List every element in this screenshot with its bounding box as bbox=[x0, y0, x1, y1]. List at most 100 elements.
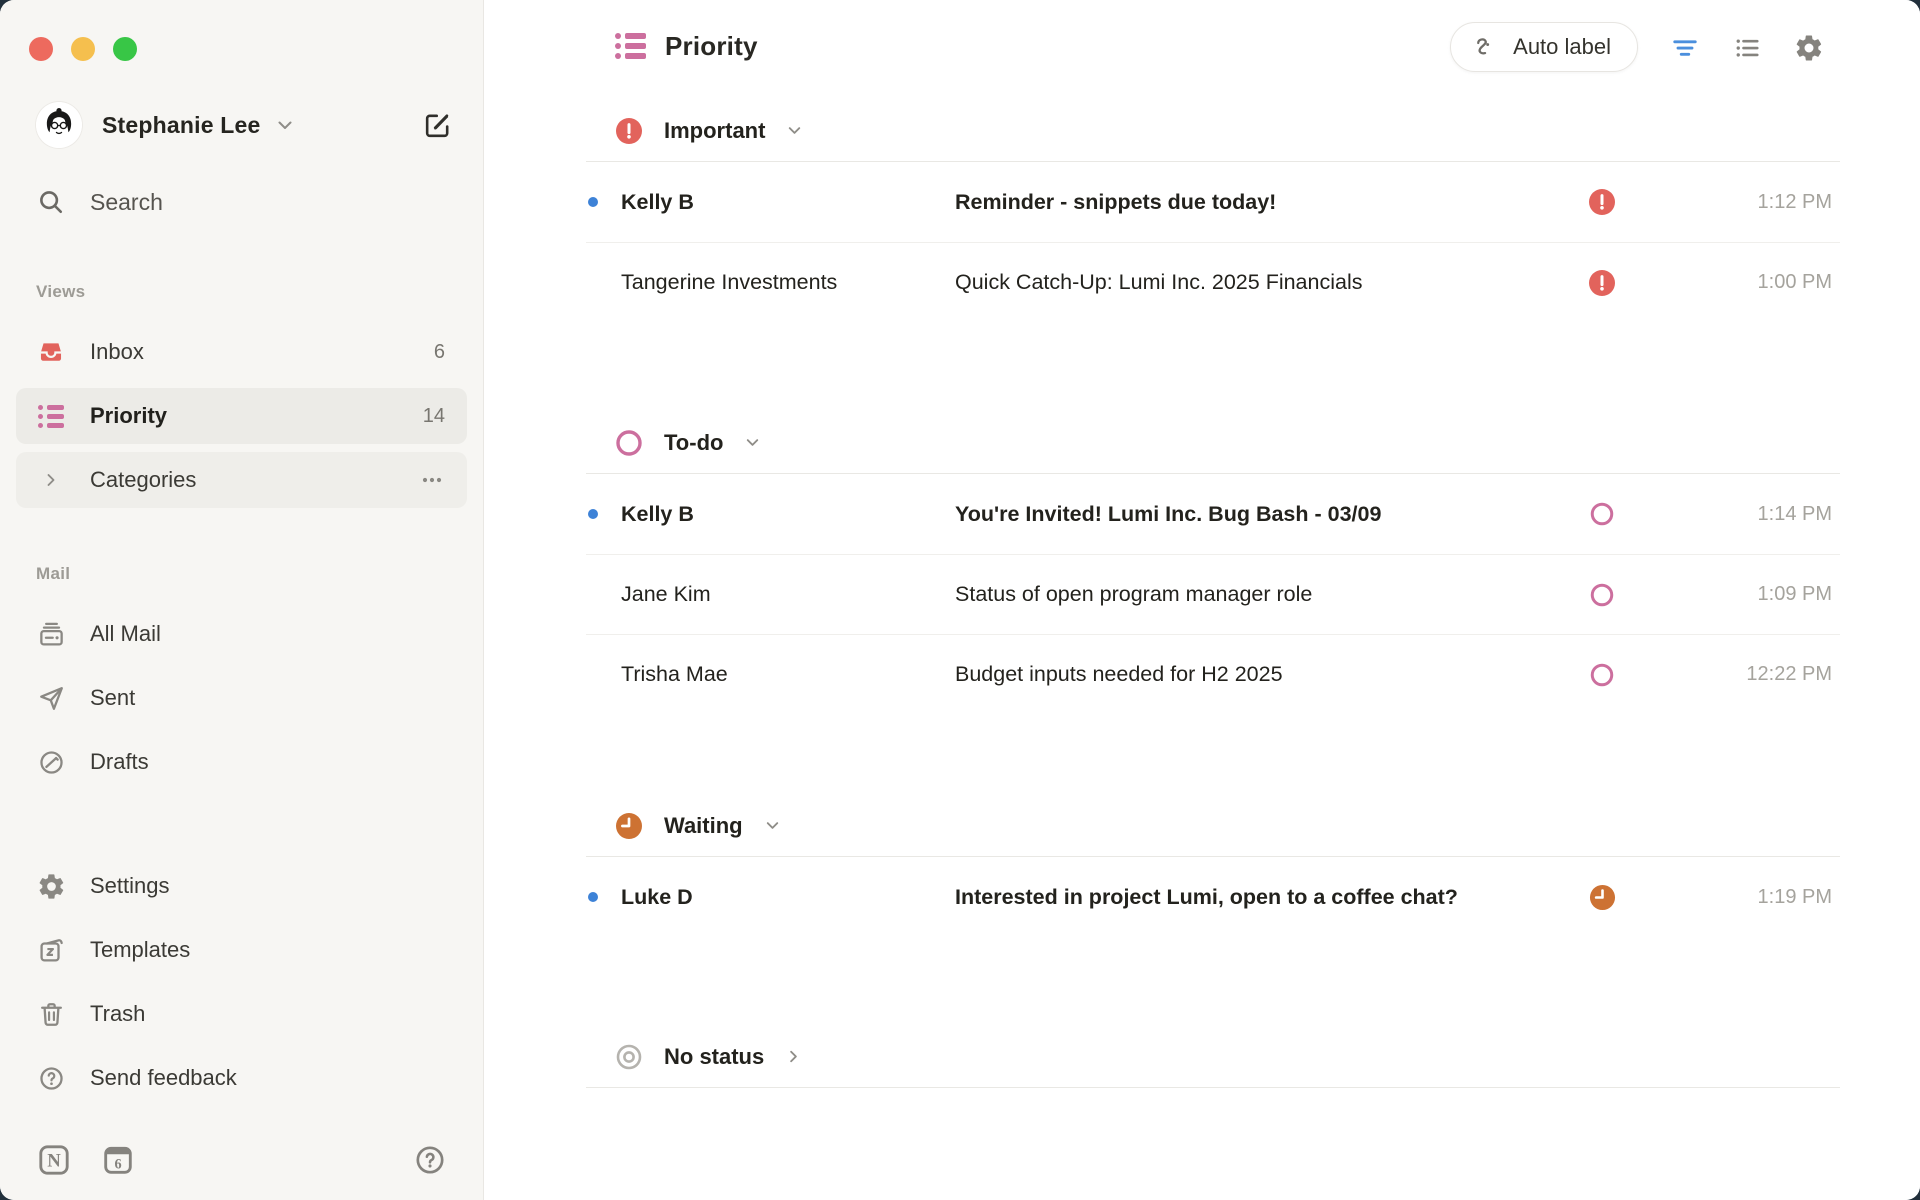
window-controls bbox=[29, 37, 137, 61]
email-subject: You're Invited! Lumi Inc. Bug Bash - 03/… bbox=[955, 502, 1588, 527]
sidebar-item-label: Send feedback bbox=[90, 1065, 237, 1091]
mail-nav: All Mail Sent Drafts bbox=[16, 606, 467, 798]
help-circle-icon bbox=[36, 1064, 66, 1093]
waiting-clock-icon bbox=[615, 812, 643, 840]
unread-dot bbox=[588, 892, 598, 902]
sidebar-item-label: Trash bbox=[90, 1001, 145, 1027]
email-sender: Trisha Mae bbox=[621, 662, 955, 687]
sidebar-item-label: All Mail bbox=[90, 621, 161, 647]
drafts-icon bbox=[36, 748, 66, 777]
list-view-icon[interactable] bbox=[1731, 32, 1763, 64]
all-mail-icon bbox=[36, 620, 66, 649]
sidebar-item-settings[interactable]: Settings bbox=[16, 858, 467, 914]
email-sender: Kelly B bbox=[621, 190, 955, 215]
views-section-label: Views bbox=[36, 282, 85, 302]
account-switcher[interactable]: Stephanie Lee bbox=[36, 101, 453, 149]
sidebar-bottom-bar: N 6 bbox=[36, 1136, 447, 1184]
account-name: Stephanie Lee bbox=[102, 112, 261, 139]
notion-logo-icon[interactable]: N bbox=[36, 1142, 72, 1178]
calendar-icon[interactable]: 6 bbox=[100, 1142, 136, 1178]
sidebar-item-inbox[interactable]: Inbox 6 bbox=[16, 324, 467, 380]
todo-circle-icon[interactable] bbox=[1588, 581, 1616, 609]
group-important: Important Kelly B Reminder - snippets du… bbox=[586, 100, 1840, 322]
group-header-todo[interactable]: To-do bbox=[586, 412, 1840, 474]
svg-text:N: N bbox=[47, 1151, 61, 1172]
sidebar-item-label: Settings bbox=[90, 873, 170, 899]
email-subject: Interested in project Lumi, open to a co… bbox=[955, 885, 1588, 910]
email-row[interactable]: Kelly B Reminder - snippets due today! 1… bbox=[586, 162, 1840, 242]
group-header-important[interactable]: Important bbox=[586, 100, 1840, 162]
more-options-icon[interactable] bbox=[419, 467, 445, 493]
sidebar-item-label: Inbox bbox=[90, 339, 144, 365]
sidebar-item-drafts[interactable]: Drafts bbox=[16, 734, 467, 790]
settings-gear-icon[interactable] bbox=[1793, 32, 1825, 64]
minimize-window-button[interactable] bbox=[71, 37, 95, 61]
email-row[interactable]: Trisha Mae Budget inputs needed for H2 2… bbox=[586, 634, 1840, 714]
todo-circle-icon[interactable] bbox=[1588, 661, 1616, 689]
svg-text:6: 6 bbox=[114, 1156, 121, 1172]
page-title: Priority bbox=[665, 31, 758, 62]
inbox-icon bbox=[36, 338, 66, 366]
email-row[interactable]: Luke D Interested in project Lumi, open … bbox=[586, 857, 1840, 937]
email-sender: Jane Kim bbox=[621, 582, 955, 607]
zoom-window-button[interactable] bbox=[113, 37, 137, 61]
sidebar-item-sent[interactable]: Sent bbox=[16, 670, 467, 726]
templates-icon bbox=[36, 936, 66, 965]
email-row[interactable]: Tangerine Investments Quick Catch-Up: Lu… bbox=[586, 242, 1840, 322]
important-badge-icon[interactable] bbox=[1588, 269, 1616, 297]
email-row[interactable]: Kelly B You're Invited! Lumi Inc. Bug Ba… bbox=[586, 474, 1840, 554]
filter-icon[interactable] bbox=[1669, 32, 1701, 64]
search-button[interactable]: Search bbox=[36, 178, 163, 226]
chevron-down-icon bbox=[743, 433, 762, 452]
help-icon[interactable] bbox=[413, 1143, 447, 1177]
main-header: Priority Auto label bbox=[484, 0, 1920, 96]
email-row[interactable]: Jane Kim Status of open program manager … bbox=[586, 554, 1840, 634]
todo-circle-icon[interactable] bbox=[1588, 500, 1616, 528]
todo-circle-icon bbox=[615, 429, 643, 457]
chevron-right-icon bbox=[36, 471, 66, 489]
email-time: 12:22 PM bbox=[1616, 663, 1840, 686]
sidebar: Stephanie Lee Search Views Inbox 6 bbox=[0, 0, 484, 1200]
chevron-right-icon bbox=[784, 1047, 803, 1066]
chevron-down-icon bbox=[763, 816, 782, 835]
gear-icon bbox=[36, 872, 66, 901]
email-time: 1:09 PM bbox=[1616, 583, 1840, 606]
group-label: Important bbox=[664, 118, 765, 144]
sidebar-item-categories[interactable]: Categories bbox=[16, 452, 467, 508]
auto-label-button[interactable]: Auto label bbox=[1450, 22, 1638, 72]
priority-count: 14 bbox=[423, 405, 445, 428]
sidebar-item-priority[interactable]: Priority 14 bbox=[16, 388, 467, 444]
main-pane: Priority Auto label bbox=[484, 0, 1920, 1200]
app-window: Stephanie Lee Search Views Inbox 6 bbox=[0, 0, 1920, 1200]
email-subject: Budget inputs needed for H2 2025 bbox=[955, 662, 1588, 687]
sidebar-item-send-feedback[interactable]: Send feedback bbox=[16, 1050, 467, 1106]
email-sender: Luke D bbox=[621, 885, 955, 910]
no-status-icon bbox=[615, 1043, 643, 1071]
search-icon bbox=[36, 187, 66, 217]
email-time: 1:12 PM bbox=[1616, 191, 1840, 214]
email-list: Important Kelly B Reminder - snippets du… bbox=[586, 100, 1840, 1088]
sidebar-item-label: Priority bbox=[90, 403, 167, 429]
group-header-no-status[interactable]: No status bbox=[586, 1026, 1840, 1088]
search-label: Search bbox=[90, 189, 163, 216]
auto-label-button-text: Auto label bbox=[1513, 34, 1611, 60]
email-subject: Reminder - snippets due today! bbox=[955, 190, 1588, 215]
group-header-waiting[interactable]: Waiting bbox=[586, 795, 1840, 857]
chevron-down-icon bbox=[275, 115, 295, 135]
group-label: To-do bbox=[664, 430, 723, 456]
important-badge-icon[interactable] bbox=[1588, 188, 1616, 216]
close-window-button[interactable] bbox=[29, 37, 53, 61]
group-waiting: Waiting Luke D Interested in project Lum… bbox=[586, 795, 1840, 937]
waiting-clock-icon[interactable] bbox=[1588, 883, 1616, 911]
email-time: 1:19 PM bbox=[1616, 886, 1840, 909]
sidebar-item-trash[interactable]: Trash bbox=[16, 986, 467, 1042]
important-badge-icon bbox=[615, 117, 643, 145]
email-subject: Quick Catch-Up: Lumi Inc. 2025 Financial… bbox=[955, 270, 1588, 295]
sidebar-item-all-mail[interactable]: All Mail bbox=[16, 606, 467, 662]
auto-label-icon bbox=[1471, 33, 1499, 61]
chevron-down-icon bbox=[785, 121, 804, 140]
views-nav: Inbox 6 Priority 14 Categories bbox=[16, 324, 467, 516]
compose-icon[interactable] bbox=[422, 110, 453, 141]
email-sender: Kelly B bbox=[621, 502, 955, 527]
sidebar-item-templates[interactable]: Templates bbox=[16, 922, 467, 978]
